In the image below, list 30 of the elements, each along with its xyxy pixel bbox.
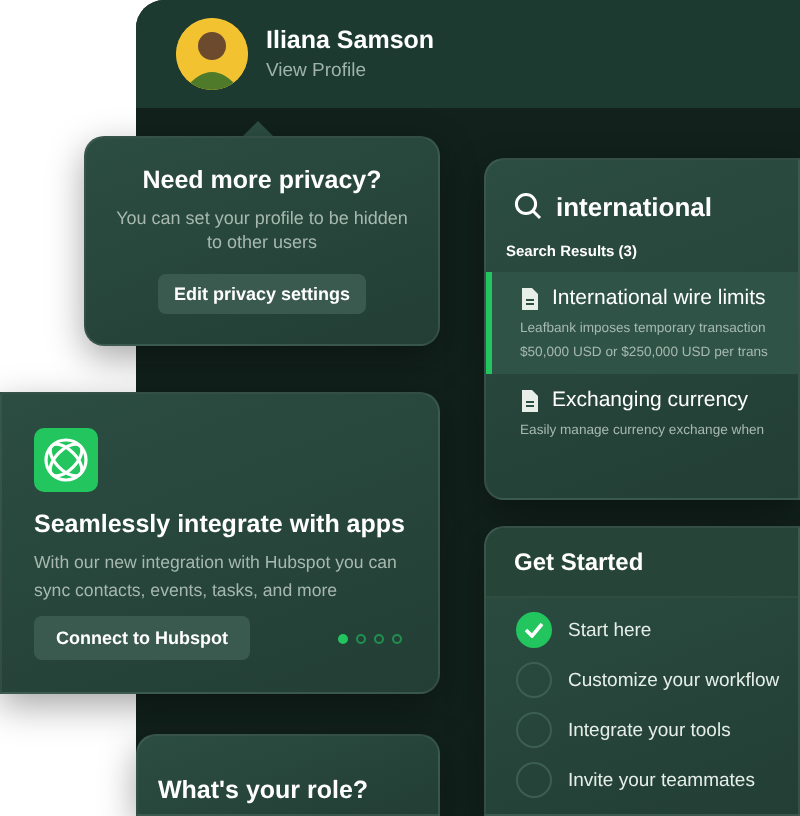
step-checkbox[interactable]	[516, 612, 552, 648]
pagination-dot[interactable]	[356, 633, 366, 643]
step-checkbox[interactable]	[516, 662, 552, 698]
popover-text: You can set your profile to be hidden to other users	[114, 206, 410, 254]
result-title: Exchanging currency	[552, 388, 749, 412]
avatar	[176, 18, 248, 90]
popover-title: Need more privacy?	[142, 166, 382, 194]
step-checkbox[interactable]	[516, 712, 552, 748]
document-icon	[520, 287, 540, 309]
search-field[interactable]: international	[556, 191, 796, 221]
card-title: Get Started	[514, 548, 644, 576]
step-label: Start here	[568, 619, 652, 641]
edit-privacy-button[interactable]: Edit privacy settings	[157, 274, 367, 314]
card-title: What's your role?	[158, 776, 369, 804]
pagination-dot[interactable]	[392, 633, 402, 643]
checkmark-icon	[524, 622, 544, 638]
pagination-dot[interactable]	[374, 633, 384, 643]
view-profile-link[interactable]: View Profile	[266, 60, 435, 82]
user-name: Iliana Samson	[266, 26, 435, 54]
document-icon	[520, 389, 540, 411]
result-title: International wire limits	[552, 286, 766, 310]
step-label: Integrate your tools	[568, 719, 731, 741]
pagination-dot[interactable]	[338, 633, 348, 643]
card-text: With our new integration with Hubspot you can sync contacts, events, tasks, and more	[34, 550, 399, 604]
connect-hubspot-button[interactable]: Connect to Hubspot	[34, 616, 250, 660]
step-checkbox[interactable]	[516, 762, 552, 798]
step-label: Invite your teammates	[568, 769, 755, 791]
card-title: Seamlessly integrate with apps	[34, 510, 406, 538]
search-icon	[514, 192, 542, 220]
step-label: Customize your workflow	[568, 669, 780, 691]
